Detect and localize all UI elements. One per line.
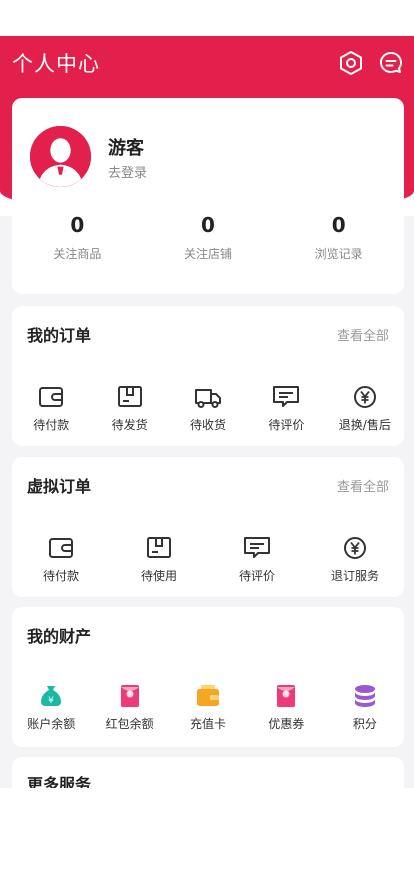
red-envelope-icon — [115, 683, 145, 709]
stat-label: 浏览记录 — [314, 247, 363, 261]
stat-label: 关注店铺 — [184, 247, 233, 261]
section-title: 更多服务 — [27, 775, 92, 788]
yen-circle-icon — [340, 535, 370, 561]
virtual-label: 待使用 — [140, 569, 177, 583]
orders-icon-row: 待付款 待发货 待收货 待评价 退换/售后 — [12, 384, 404, 433]
virtual-pending-review[interactable]: 待评价 — [208, 535, 306, 584]
user-silhouette-icon — [30, 126, 91, 187]
settings-hex-icon[interactable] — [338, 50, 364, 76]
stat-label: 关注商品 — [53, 247, 102, 261]
stat-value: 0 — [201, 213, 215, 237]
asset-red-envelope[interactable]: 红包余额 — [90, 683, 168, 732]
order-label: 待发货 — [111, 418, 148, 432]
virtual-pending-use[interactable]: 待使用 — [110, 535, 208, 584]
wallet-icon — [46, 535, 76, 561]
asset-label: 积分 — [352, 717, 377, 731]
status-bar-area — [0, 0, 414, 36]
section-title: 虚拟订单 — [27, 477, 92, 496]
view-all-orders-link[interactable]: 查看全部 — [337, 325, 389, 344]
money-bag-icon: ¥ — [36, 683, 66, 709]
truck-icon — [193, 384, 223, 410]
order-after-sales[interactable]: 退换/售后 — [326, 384, 404, 433]
my-orders-card: 我的订单 查看全部 待付款 待发货 待收货 待评价 退换/售后 — [12, 306, 404, 446]
navbar: 个人中心 — [0, 36, 414, 90]
virtual-label: 待评价 — [238, 569, 275, 583]
card-wallet-icon — [193, 683, 223, 709]
assets-icon-row: ¥ 账户余额 红包余额 充值卡 优惠券 积分 — [12, 683, 404, 732]
login-link[interactable]: 去登录 — [108, 162, 147, 181]
svg-text:¥: ¥ — [48, 696, 54, 706]
nav-icons — [338, 50, 404, 76]
order-pending-payment[interactable]: 待付款 — [12, 384, 90, 433]
order-pending-review[interactable]: 待评价 — [247, 384, 325, 433]
asset-label: 账户余额 — [27, 717, 76, 731]
order-label: 退换/售后 — [338, 418, 391, 432]
asset-label: 充值卡 — [190, 717, 227, 731]
virtual-pending-payment[interactable]: 待付款 — [12, 535, 110, 584]
comment-icon — [242, 535, 272, 561]
view-all-virtual-link[interactable]: 查看全部 — [337, 476, 389, 495]
order-pending-receipt[interactable]: 待收货 — [169, 384, 247, 433]
yen-circle-icon — [350, 384, 380, 410]
stats-row: 0 关注商品 0 关注店铺 0 浏览记录 — [12, 213, 404, 262]
virtual-label: 待付款 — [42, 569, 79, 583]
asset-account-balance[interactable]: ¥ 账户余额 — [12, 683, 90, 732]
stat-value: 0 — [70, 213, 85, 237]
asset-points[interactable]: 积分 — [326, 683, 404, 732]
coins-stack-icon — [350, 683, 380, 709]
asset-recharge-card[interactable]: 充值卡 — [169, 683, 247, 732]
comment-icon — [271, 384, 301, 410]
order-pending-shipment[interactable]: 待发货 — [90, 384, 168, 433]
stat-followed-products[interactable]: 0 关注商品 — [12, 213, 143, 262]
user-name: 游客 — [108, 138, 144, 159]
box-icon — [115, 384, 145, 410]
section-title: 我的财产 — [27, 627, 92, 646]
order-label: 待付款 — [33, 418, 70, 432]
avatar[interactable] — [27, 123, 94, 190]
profile-card: 游客 去登录 0 关注商品 0 关注店铺 0 浏览记录 — [12, 98, 404, 294]
wallet-icon — [36, 384, 66, 410]
section-title: 我的订单 — [27, 326, 92, 345]
virtual-label: 退订服务 — [330, 569, 379, 583]
stat-value: 0 — [331, 213, 346, 237]
more-services-card: 更多服务 — [12, 757, 404, 788]
asset-label: 优惠券 — [268, 717, 305, 731]
page-title: 个人中心 — [12, 52, 100, 76]
stat-browse-history[interactable]: 0 浏览记录 — [273, 213, 404, 262]
stat-followed-stores[interactable]: 0 关注店铺 — [143, 213, 274, 262]
virtual-icon-row: 待付款 待使用 待评价 退订服务 — [12, 535, 404, 584]
box-icon — [144, 535, 174, 561]
coupon-icon — [271, 683, 301, 709]
message-bubble-icon[interactable] — [378, 50, 404, 76]
asset-label: 红包余额 — [105, 717, 154, 731]
virtual-refund-service[interactable]: 退订服务 — [306, 535, 404, 584]
order-label: 待收货 — [190, 418, 227, 432]
virtual-orders-card: 虚拟订单 查看全部 待付款 待使用 待评价 退订服务 — [12, 457, 404, 597]
my-assets-card: 我的财产 ¥ 账户余额 红包余额 充值卡 优惠券 积分 — [12, 607, 404, 747]
order-label: 待评价 — [268, 418, 305, 432]
asset-coupon[interactable]: 优惠券 — [247, 683, 325, 732]
